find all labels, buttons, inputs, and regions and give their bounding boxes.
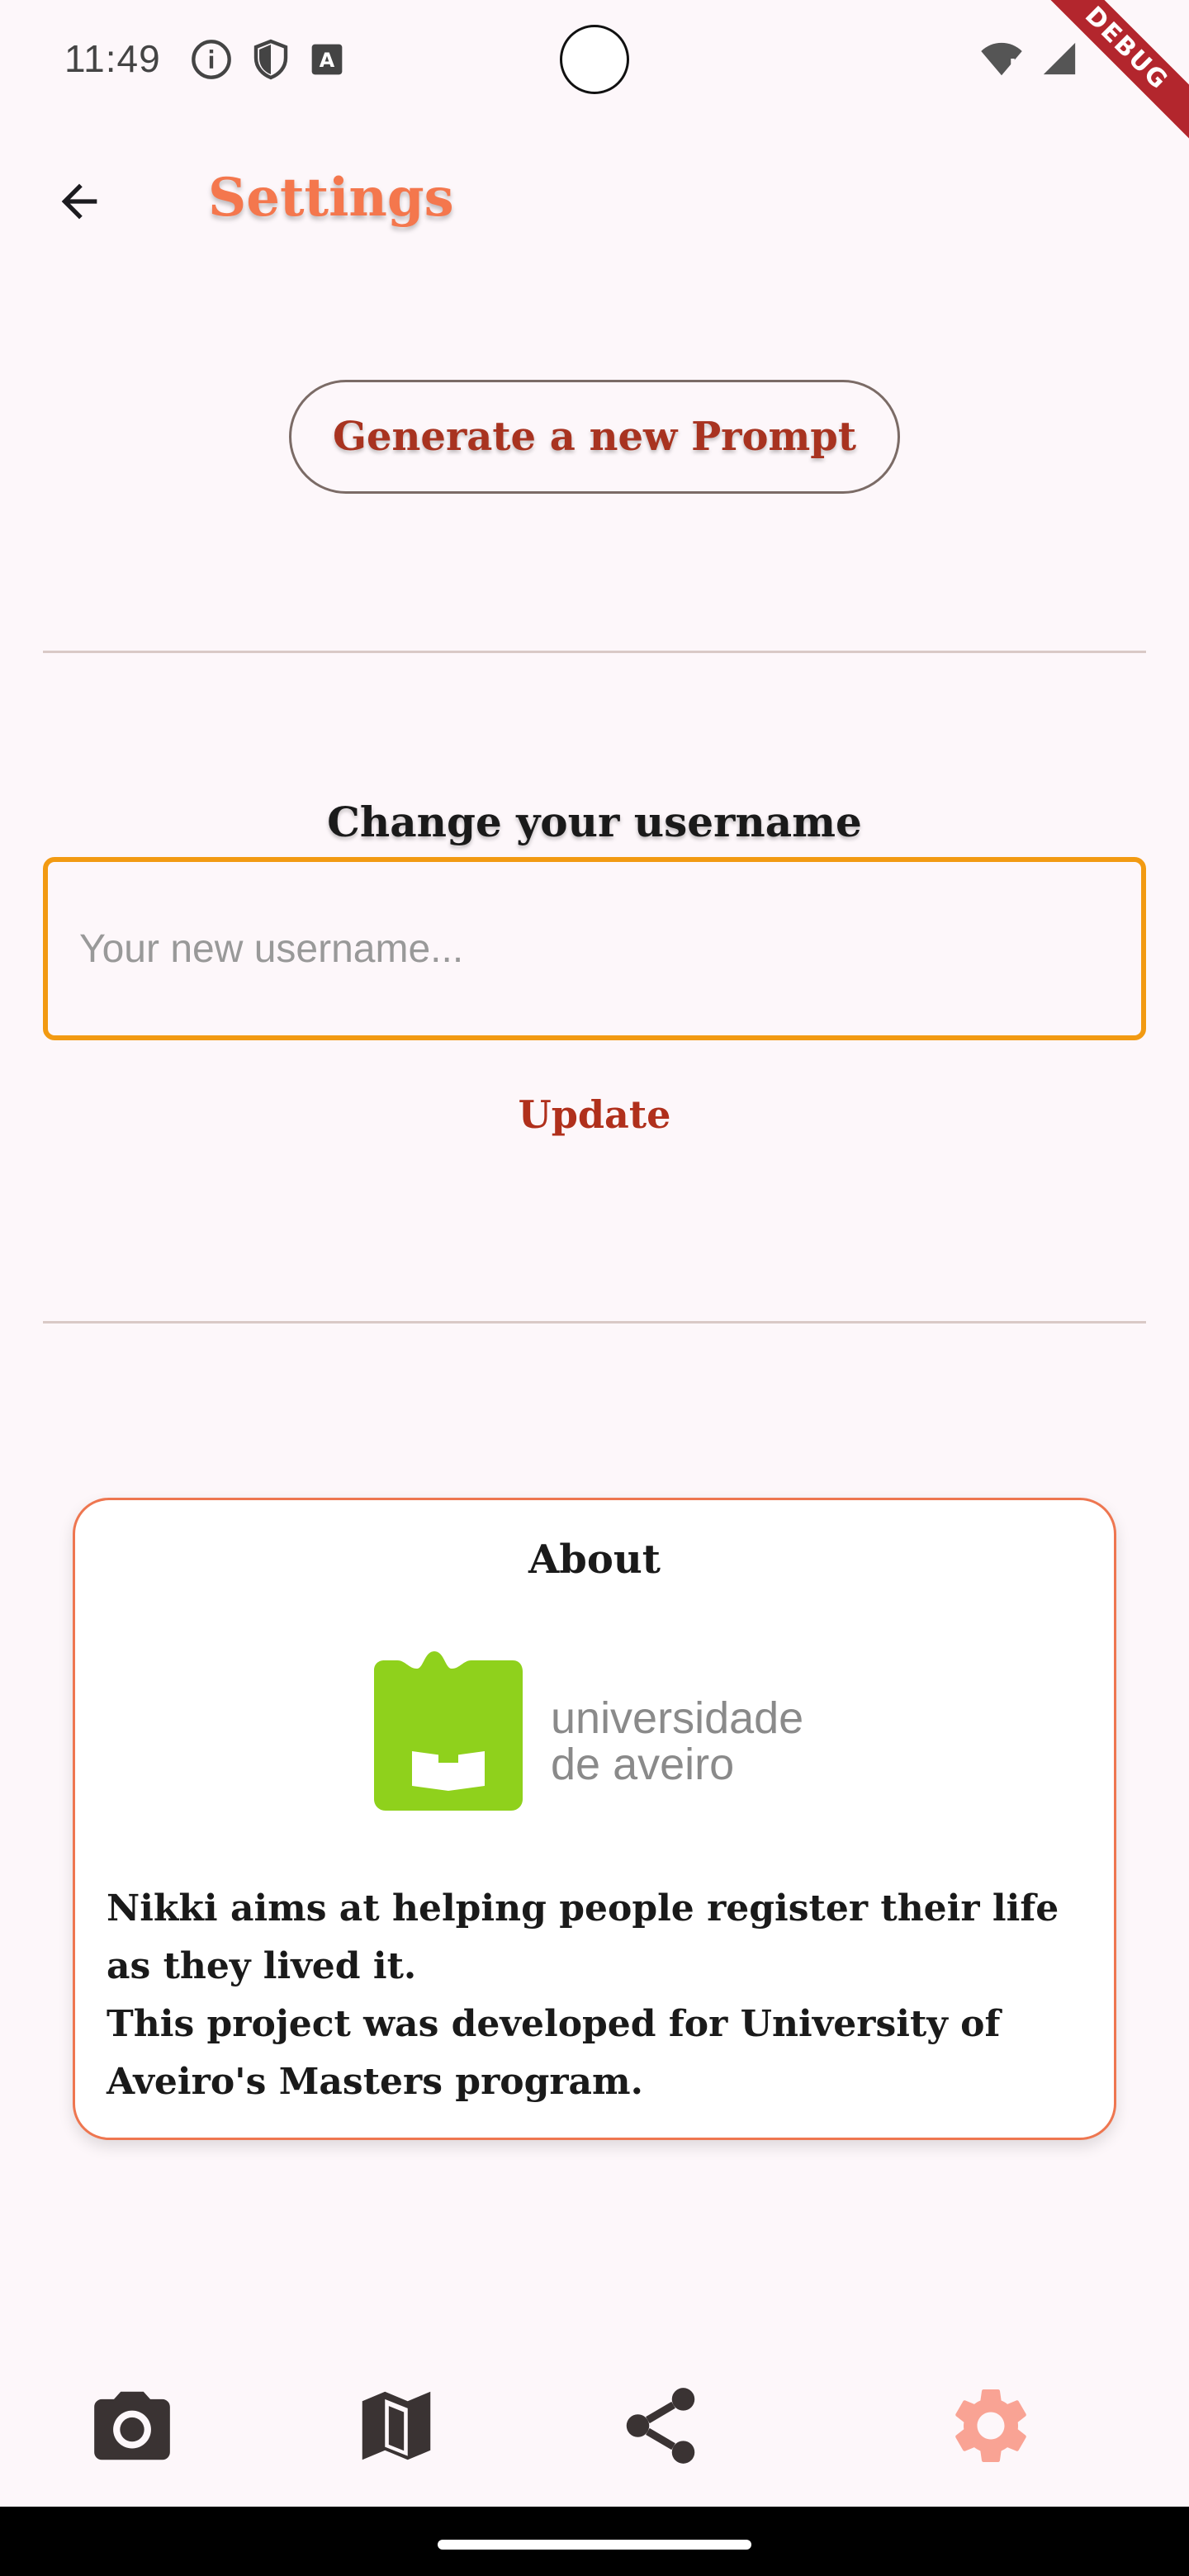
back-button[interactable] bbox=[46, 170, 112, 236]
about-paragraph-1: Nikki aims at helping people register th… bbox=[107, 1887, 1059, 1987]
about-card: About universidade de aveiro Nikki aims … bbox=[73, 1498, 1116, 2140]
home-indicator[interactable] bbox=[438, 2540, 751, 2550]
nav-camera[interactable] bbox=[83, 2378, 182, 2477]
arrow-back-icon bbox=[53, 175, 106, 232]
status-icons-right bbox=[979, 40, 1078, 82]
text-a-icon: A bbox=[309, 41, 345, 82]
nav-share[interactable] bbox=[611, 2378, 710, 2477]
about-paragraph-2: This project was developed for Universit… bbox=[107, 2003, 1001, 2103]
username-input[interactable] bbox=[43, 857, 1146, 1040]
username-heading: Change your username bbox=[327, 798, 862, 846]
update-button[interactable]: Update bbox=[487, 1073, 702, 1156]
logo-text-line2: de aveiro bbox=[551, 1740, 734, 1789]
signal-icon bbox=[1040, 40, 1078, 82]
nav-map[interactable] bbox=[347, 2378, 446, 2477]
generate-prompt-button[interactable]: Generate a new Prompt bbox=[289, 380, 900, 494]
status-icons-left: A bbox=[190, 38, 345, 85]
divider-top bbox=[43, 651, 1146, 653]
app-bar: Settings bbox=[0, 149, 1189, 256]
status-bar: 11:49 A DEBUG bbox=[0, 0, 1189, 150]
divider-bottom bbox=[43, 1321, 1146, 1324]
bottom-nav bbox=[0, 2345, 1189, 2510]
wifi-icon bbox=[979, 40, 1024, 82]
about-text: Nikki aims at helping people register th… bbox=[107, 1880, 1089, 2111]
camera-icon bbox=[87, 2380, 178, 2475]
info-icon bbox=[190, 38, 233, 85]
svg-text:A: A bbox=[320, 49, 335, 72]
logo-text-line1: universidade bbox=[551, 1693, 803, 1743]
status-time: 11:49 bbox=[64, 37, 161, 80]
settings-icon bbox=[945, 2380, 1036, 2475]
about-title: About bbox=[528, 1537, 661, 1583]
page-title: Settings bbox=[208, 167, 454, 229]
system-nav-bar bbox=[0, 2507, 1189, 2576]
nav-settings[interactable] bbox=[941, 2378, 1040, 2477]
university-logo: universidade de aveiro bbox=[372, 1650, 835, 1816]
share-icon bbox=[615, 2380, 706, 2475]
camera-cutout bbox=[560, 25, 629, 94]
map-icon bbox=[351, 2380, 442, 2475]
shield-icon bbox=[251, 38, 291, 85]
